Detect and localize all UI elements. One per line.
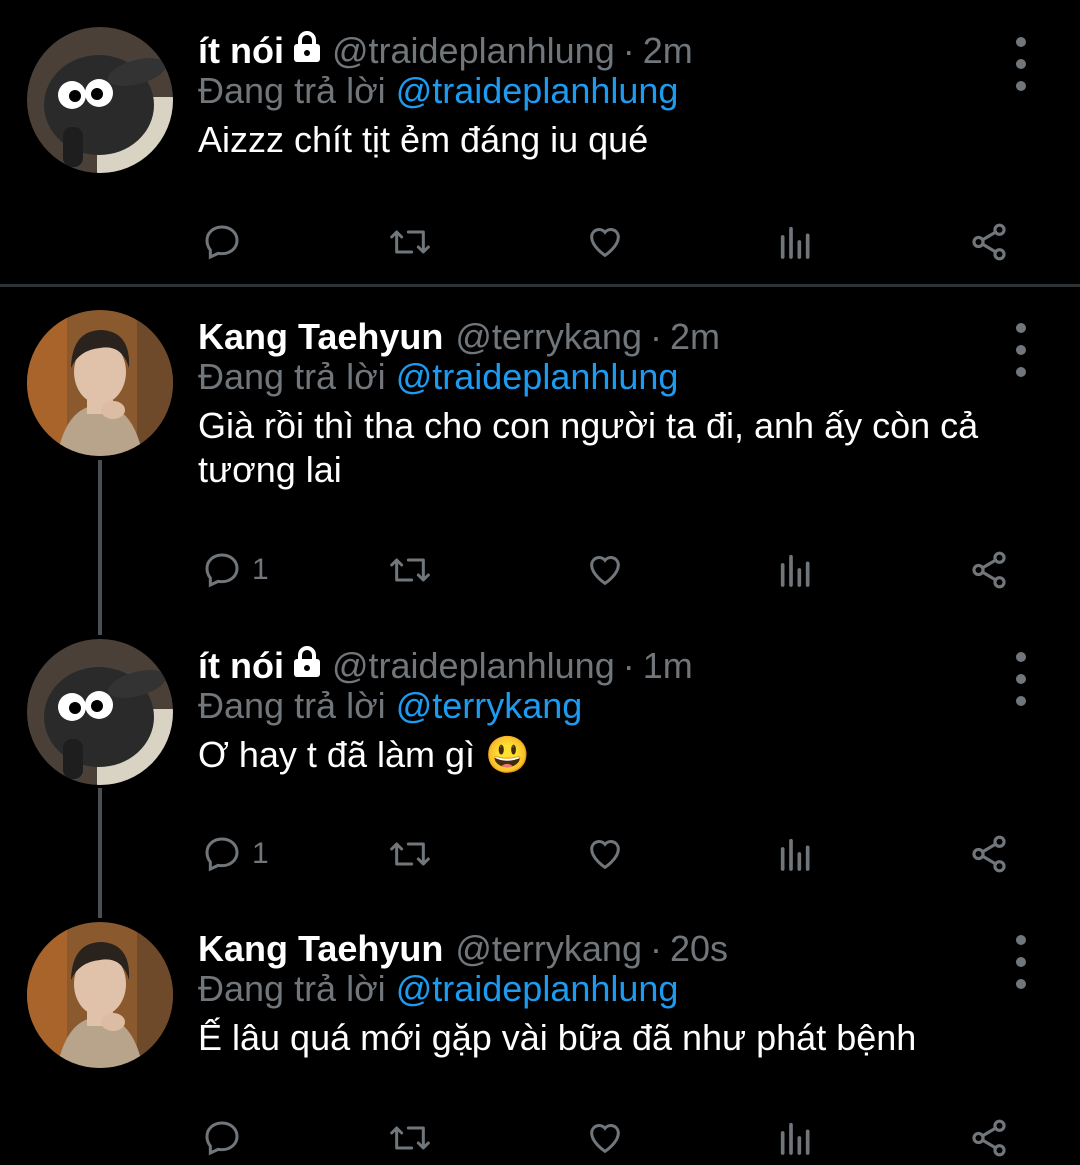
- display-name[interactable]: ít nói: [198, 645, 284, 687]
- reply-prefix: Đang trả lời: [198, 356, 386, 397]
- views-button[interactable]: [776, 1113, 816, 1163]
- user-handle[interactable]: @terrykang: [455, 316, 642, 358]
- bar-chart-icon: [780, 226, 810, 259]
- replying-to: Đang trả lời @traideplanhlung: [198, 356, 678, 398]
- share-button[interactable]: [968, 1113, 1010, 1163]
- tweet[interactable]: Kang Taehyun @terrykang · 2m Đang trả lờ…: [0, 308, 1080, 618]
- replying-to: Đang trả lời @traideplanhlung: [198, 70, 678, 112]
- mention-link[interactable]: @traideplanhlung: [396, 968, 679, 1009]
- tweet-text: Già rồi thì tha cho con người ta đi, anh…: [198, 405, 979, 490]
- action-bar: [198, 1113, 1028, 1163]
- mention-link[interactable]: @traideplanhlung: [396, 70, 679, 111]
- more-vertical-icon[interactable]: [1006, 932, 1036, 992]
- comment-icon: [205, 553, 239, 588]
- tweet-text: Ơ hay t đã làm gì 😃: [198, 734, 530, 775]
- tweet[interactable]: ít nói @traideplanhlung · 2m Đang trả lờ…: [0, 22, 1080, 282]
- reply-count: 1: [252, 837, 269, 870]
- views-button[interactable]: [776, 829, 816, 879]
- heart-icon: [590, 228, 620, 258]
- views-button[interactable]: [776, 545, 816, 595]
- share-button[interactable]: [968, 545, 1010, 595]
- tweet[interactable]: ít nói @traideplanhlung · 1m Đang trả lờ…: [0, 637, 1080, 897]
- retweet-icon: [390, 842, 430, 866]
- display-name[interactable]: Kang Taehyun: [198, 928, 443, 970]
- comment-icon: [205, 1121, 239, 1156]
- heart-icon: [590, 556, 620, 586]
- share-icon: [972, 551, 1006, 589]
- action-bar: 1: [198, 829, 1028, 879]
- heart-icon: [590, 840, 620, 870]
- mention-link[interactable]: @traideplanhlung: [396, 356, 679, 397]
- share-icon: [972, 223, 1006, 261]
- display-name[interactable]: ít nói: [198, 30, 284, 72]
- more-vertical-icon[interactable]: [1006, 34, 1036, 94]
- lock-icon: [292, 645, 322, 687]
- timestamp[interactable]: 20s: [670, 928, 728, 970]
- bar-chart-icon: [780, 838, 810, 871]
- person-avatar[interactable]: [27, 922, 173, 1068]
- separator-dot: ·: [649, 928, 662, 969]
- reply-prefix: Đang trả lời: [198, 70, 386, 111]
- separator-dot: ·: [622, 645, 635, 686]
- replying-to: Đang trả lời @terrykang: [198, 685, 582, 727]
- share-button[interactable]: [968, 829, 1010, 879]
- more-vertical-icon[interactable]: [1006, 320, 1036, 380]
- bar-chart-icon: [780, 1122, 810, 1155]
- like-button[interactable]: [583, 829, 627, 879]
- divider: [0, 284, 1080, 287]
- more-vertical-icon[interactable]: [1006, 649, 1036, 709]
- timestamp[interactable]: 2m: [643, 30, 693, 72]
- user-handle[interactable]: @traideplanhlung: [332, 645, 615, 687]
- sheep-avatar[interactable]: [27, 27, 173, 173]
- replying-to: Đang trả lời @traideplanhlung: [198, 968, 678, 1010]
- comment-icon: [205, 225, 239, 260]
- lock-icon: [292, 30, 322, 72]
- retweet-button[interactable]: [388, 217, 432, 267]
- share-icon: [972, 1119, 1006, 1157]
- separator-dot: ·: [649, 316, 662, 357]
- heart-icon: [590, 1124, 620, 1154]
- tweet-text: Ế lâu quá mới gặp vài bữa đã như phát bệ…: [198, 1017, 917, 1058]
- retweet-button[interactable]: [388, 1113, 432, 1163]
- reply-button[interactable]: [202, 1113, 252, 1163]
- reply-count: 1: [252, 553, 269, 586]
- mention-link[interactable]: @terrykang: [396, 685, 583, 726]
- sheep-avatar[interactable]: [27, 639, 173, 785]
- action-bar: 1: [198, 545, 1028, 595]
- user-handle[interactable]: @terrykang: [455, 928, 642, 970]
- reply-prefix: Đang trả lời: [198, 685, 386, 726]
- reply-button[interactable]: [202, 217, 252, 267]
- retweet-icon: [390, 558, 430, 582]
- share-icon: [972, 835, 1006, 873]
- reply-button[interactable]: 1: [202, 545, 269, 595]
- reply-prefix: Đang trả lời: [198, 968, 386, 1009]
- comment-icon: [205, 837, 239, 872]
- views-button[interactable]: [776, 217, 816, 267]
- action-bar: [198, 217, 1028, 267]
- like-button[interactable]: [583, 217, 627, 267]
- like-button[interactable]: [583, 545, 627, 595]
- tweet[interactable]: Kang Taehyun @terrykang · 20s Đang trả l…: [0, 920, 1080, 1165]
- bar-chart-icon: [780, 554, 810, 587]
- person-avatar[interactable]: [27, 310, 173, 456]
- separator-dot: ·: [622, 30, 635, 71]
- retweet-button[interactable]: [388, 829, 432, 879]
- timestamp[interactable]: 1m: [643, 645, 693, 687]
- like-button[interactable]: [583, 1113, 627, 1163]
- tweet-text: Aizzz chít tịt ẻm đáng iu qué: [198, 119, 649, 160]
- share-button[interactable]: [968, 217, 1010, 267]
- retweet-icon: [390, 230, 430, 254]
- display-name[interactable]: Kang Taehyun: [198, 316, 443, 358]
- user-handle[interactable]: @traideplanhlung: [332, 30, 615, 72]
- retweet-button[interactable]: [388, 545, 432, 595]
- timestamp[interactable]: 2m: [670, 316, 720, 358]
- reply-button[interactable]: 1: [202, 829, 269, 879]
- retweet-icon: [390, 1126, 430, 1150]
